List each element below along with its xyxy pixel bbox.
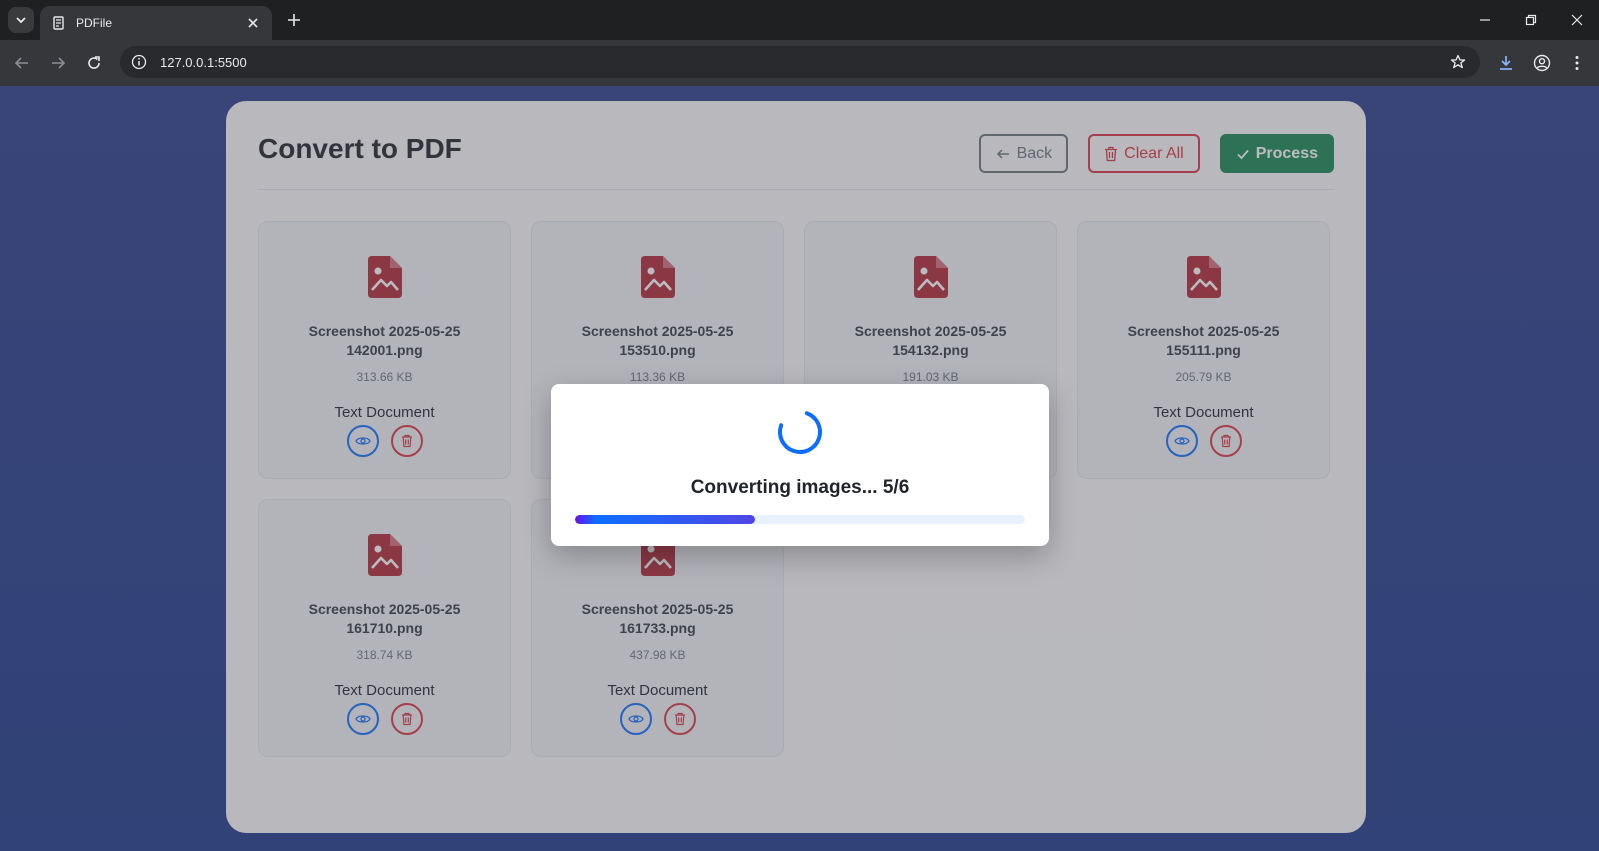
downloads-button[interactable] — [1494, 51, 1518, 75]
browser-toolbar: 127.0.0.1:5500 — [0, 40, 1599, 86]
conversion-progress-bar — [575, 515, 1025, 524]
address-bar[interactable]: 127.0.0.1:5500 — [120, 46, 1480, 78]
conversion-progress-fill — [575, 515, 755, 524]
reload-icon — [88, 56, 100, 69]
close-icon — [1571, 14, 1583, 26]
back-nav-button[interactable] — [10, 51, 34, 75]
bookmark-star-icon[interactable] — [1446, 50, 1470, 74]
browser-menu-button[interactable] — [1565, 51, 1589, 75]
close-window-button[interactable] — [1565, 8, 1589, 32]
conversion-status-text: Converting images... 5/6 — [690, 477, 910, 498]
tab-title: PDFile — [76, 16, 113, 30]
forward-nav-button[interactable] — [46, 51, 70, 75]
browser-tab-bar: PDFile — [0, 0, 1599, 40]
restore-button[interactable] — [1519, 8, 1543, 32]
close-tab-icon[interactable] — [244, 14, 262, 32]
document-favicon-icon — [50, 14, 68, 32]
site-info-icon[interactable] — [128, 51, 150, 73]
arrow-left-icon — [14, 57, 28, 69]
kebab-menu-icon — [1575, 56, 1579, 70]
new-tab-button[interactable] — [282, 8, 306, 32]
url-text[interactable]: 127.0.0.1:5500 — [160, 55, 1446, 70]
minimize-button[interactable] — [1473, 8, 1497, 32]
loading-overlay: Converting images... 5/6 — [0, 86, 1599, 851]
minimize-icon — [1480, 19, 1490, 21]
arrow-right-icon — [52, 57, 66, 69]
profile-button[interactable] — [1530, 51, 1554, 75]
plus-icon — [288, 14, 300, 26]
tab-search-button[interactable] — [8, 7, 34, 33]
conversion-modal: Converting images... 5/6 — [551, 384, 1049, 546]
page-viewport: Convert to PDF Back Clear All Process Sc… — [0, 86, 1599, 851]
browser-tab[interactable]: PDFile — [40, 6, 272, 40]
restore-icon — [1525, 14, 1537, 26]
profile-icon — [1533, 54, 1551, 72]
chevron-down-icon — [16, 17, 26, 24]
loading-spinner-icon — [778, 410, 822, 454]
reload-button[interactable] — [82, 51, 106, 75]
download-icon — [1500, 56, 1512, 70]
